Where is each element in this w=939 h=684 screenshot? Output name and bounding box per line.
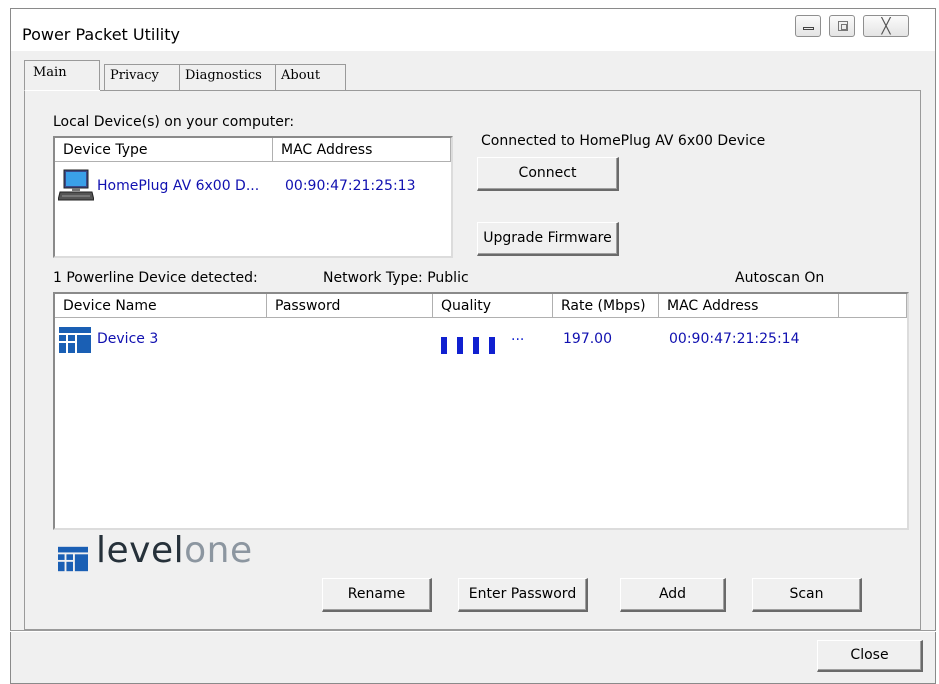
logo-text-one: one	[184, 530, 253, 571]
mac-address-cell: 00:90:47:21:25:13	[285, 178, 416, 194]
column-header-empty	[839, 294, 907, 318]
tab-panel-divider	[100, 90, 921, 91]
rename-button[interactable]: Rename	[322, 578, 432, 612]
tab-main[interactable]: Main	[24, 60, 100, 90]
connect-button[interactable]: Connect	[477, 157, 619, 191]
mac-address-cell: 00:90:47:21:25:14	[669, 331, 800, 347]
table-row[interactable]: Device 3 ... 197.00 00:90:47:21:25:14	[55, 324, 907, 356]
network-type-label: Network Type: Public	[323, 270, 469, 286]
column-header-mac-address[interactable]: MAC Address	[659, 294, 839, 318]
column-header-device-type[interactable]: Device Type	[55, 138, 273, 162]
quality-bar	[441, 337, 447, 354]
quality-bar	[473, 337, 479, 354]
maximize-button[interactable]	[829, 15, 855, 37]
upgrade-firmware-button[interactable]: Upgrade Firmware	[477, 222, 619, 256]
footer-divider-highlight	[10, 631, 936, 632]
quality-more: ...	[511, 328, 525, 344]
column-header-device-name[interactable]: Device Name	[55, 294, 267, 318]
title-bar[interactable]: Power Packet Utility ╳	[11, 9, 935, 51]
column-header-quality[interactable]: Quality	[433, 294, 553, 318]
levelone-device-icon	[59, 327, 91, 353]
scan-button[interactable]: Scan	[752, 578, 862, 612]
logo-text-level: level	[96, 530, 185, 571]
quality-bar	[489, 337, 495, 354]
close-window-button[interactable]: ╳	[863, 15, 909, 37]
minimize-button[interactable]	[795, 15, 821, 37]
local-devices-list[interactable]: Device Type MAC Address HomePlug AV 6x00…	[53, 136, 453, 258]
tab-about[interactable]: About	[276, 64, 346, 90]
rate-cell: 197.00	[563, 331, 612, 347]
window-title: Power Packet Utility	[22, 25, 180, 44]
tab-diagnostics[interactable]: Diagnostics	[180, 64, 276, 90]
computer-icon	[58, 169, 94, 201]
enter-password-button[interactable]: Enter Password	[458, 578, 588, 612]
device-type-cell: HomePlug AV 6x00 D...	[97, 178, 260, 194]
local-devices-label: Local Device(s) on your computer:	[53, 114, 295, 130]
maximize-icon	[838, 21, 848, 31]
list-item[interactable]: HomePlug AV 6x00 D... 00:90:47:21:25:13	[55, 166, 451, 202]
powerline-devices-list[interactable]: Device Name Password Quality Rate (Mbps)…	[53, 292, 909, 530]
add-button[interactable]: Add	[620, 578, 726, 612]
device-name-cell: Device 3	[97, 331, 159, 347]
column-header-mac-address[interactable]: MAC Address	[273, 138, 451, 162]
autoscan-status: Autoscan On	[735, 270, 825, 286]
quality-bar	[457, 337, 463, 354]
close-button[interactable]: Close	[817, 640, 923, 672]
minimize-icon	[803, 27, 814, 30]
column-header-rate[interactable]: Rate (Mbps)	[553, 294, 659, 318]
devices-detected-label: 1 Powerline Device detected:	[53, 270, 258, 286]
close-icon: ╳	[881, 17, 891, 35]
logo-wordmark: levelone	[96, 530, 253, 571]
connection-status: Connected to HomePlug AV 6x00 Device	[481, 133, 766, 149]
column-header-password[interactable]: Password	[267, 294, 433, 318]
tab-privacy[interactable]: Privacy	[104, 64, 180, 90]
levelone-logo-icon	[58, 546, 88, 572]
